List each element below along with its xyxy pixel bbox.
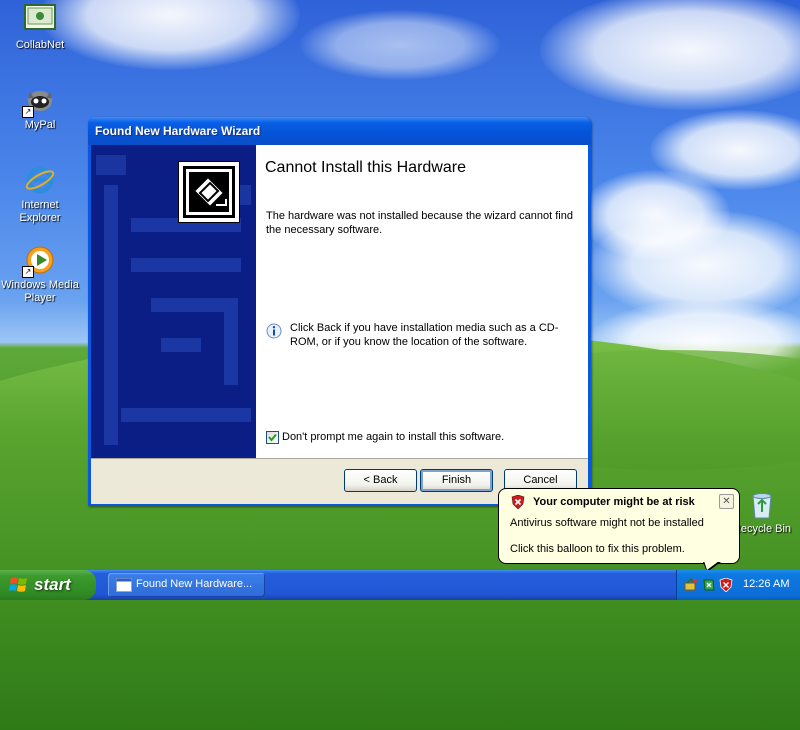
desktop-icon-mypal[interactable]: ↗ MyPal: [0, 84, 80, 132]
window-title: Found New Hardware Wizard: [95, 124, 261, 138]
network-tray-icon[interactable]: [683, 577, 699, 593]
desktop-icon-label: CollabNet: [15, 39, 65, 51]
desktop-icon-collabnet[interactable]: CollabNet: [0, 4, 80, 52]
hardware-icon: [178, 161, 240, 223]
internet-explorer-icon: [24, 164, 56, 196]
balloon-title: Your computer might be at risk: [533, 496, 695, 508]
balloon-message: Antivirus software might not be installe…: [510, 517, 704, 529]
window-body: Cannot Install this Hardware The hardwar…: [91, 145, 588, 504]
desktop-icon-label: Windows Media Player: [1, 279, 79, 304]
desktop-icon-label: MyPal: [24, 119, 56, 131]
balloon-close-icon[interactable]: ✕: [719, 494, 734, 509]
balloon-action-text[interactable]: Click this balloon to fix this problem.: [510, 543, 685, 555]
wizard-message: The hardware was not installed because t…: [266, 210, 573, 236]
update-tray-icon[interactable]: [701, 577, 717, 593]
security-shield-icon: [511, 494, 525, 510]
found-new-hardware-wizard-window: Found New Hardware Wizard Cannot Install…: [88, 117, 591, 506]
security-alert-balloon[interactable]: Your computer might be at risk ✕ Antivir…: [498, 488, 740, 572]
desktop-icon-label: Internet Explorer: [19, 199, 61, 224]
start-button[interactable]: start: [0, 570, 96, 600]
dont-prompt-label[interactable]: Don't prompt me again to install this so…: [282, 431, 504, 443]
wizard-content: Cannot Install this Hardware The hardwar…: [178, 145, 588, 458]
taskbar-button-wizard[interactable]: Found New Hardware...: [108, 573, 265, 597]
windows-logo-icon: [9, 577, 27, 592]
info-text: Click Back if you have installation medi…: [290, 322, 559, 348]
desktop-icon-windows-media-player[interactable]: ↗ Windows Media Player: [0, 244, 80, 305]
checkmark-icon: [268, 433, 277, 442]
desktop-icon-internet-explorer[interactable]: Internet Explorer: [0, 164, 80, 225]
window-app-icon: [116, 578, 132, 592]
collabnet-icon: [24, 4, 56, 36]
info-icon: [266, 323, 282, 339]
title-bar[interactable]: Found New Hardware Wizard: [88, 117, 591, 145]
shortcut-arrow-icon: ↗: [22, 106, 34, 118]
back-button[interactable]: < Back: [344, 469, 417, 492]
start-label: start: [34, 575, 71, 594]
taskbar: start Found New Hardware... 12:26 AM: [0, 570, 800, 600]
dont-prompt-checkbox[interactable]: [266, 431, 279, 444]
recycle-bin-icon: [746, 488, 778, 520]
finish-button[interactable]: Finish: [420, 469, 493, 492]
security-center-tray-icon[interactable]: [719, 578, 733, 592]
system-tray: 12:26 AM: [676, 570, 800, 600]
mypal-icon: ↗: [22, 84, 56, 118]
media-player-icon: ↗: [22, 244, 56, 278]
wizard-heading: Cannot Install this Hardware: [265, 159, 466, 176]
shortcut-arrow-icon: ↗: [22, 266, 34, 278]
taskbar-button-label: Found New Hardware...: [136, 578, 253, 590]
clock[interactable]: 12:26 AM: [743, 578, 789, 590]
